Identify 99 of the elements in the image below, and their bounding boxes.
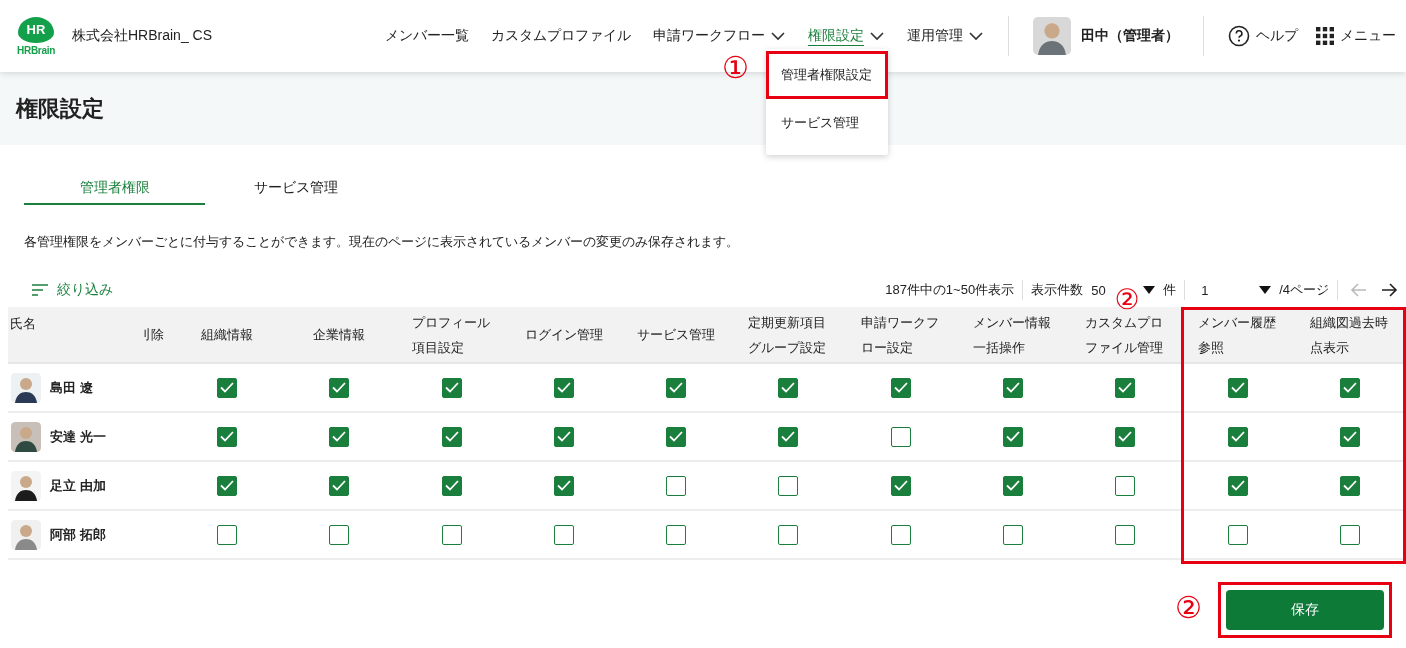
checkbox[interactable] [666, 475, 687, 496]
nav-item[interactable]: 権限設定 [808, 26, 885, 46]
filter-button[interactable]: 絞り込み [32, 281, 113, 299]
help-link[interactable]: ヘルプ [1228, 25, 1298, 47]
caret-icon [1259, 286, 1272, 294]
per-page-label: 表示件数 [1031, 281, 1084, 299]
filter-icon [32, 284, 48, 296]
checkbox[interactable] [778, 524, 799, 545]
column-header: 企業情報 [313, 326, 366, 344]
user-name[interactable]: 田中（管理者） [1081, 27, 1179, 45]
checkbox[interactable] [441, 377, 462, 398]
step-marker: ① [722, 52, 749, 83]
column-header: プロフィール項目設定 [411, 313, 491, 357]
checkbox[interactable] [217, 475, 238, 496]
checkbox[interactable] [890, 377, 911, 398]
nav-item[interactable]: メンバー一覧 [385, 26, 469, 45]
unit-label: 件 [1163, 281, 1177, 299]
column-header: カスタムプロファイル管理 [1085, 313, 1165, 357]
checkbox[interactable] [1115, 524, 1136, 545]
checkbox[interactable] [890, 426, 911, 447]
nav-item[interactable]: 運用管理 [907, 26, 984, 45]
checkbox[interactable] [441, 475, 462, 496]
checkbox[interactable] [1227, 377, 1248, 398]
checkbox[interactable] [553, 377, 574, 398]
checkbox[interactable] [1003, 377, 1024, 398]
company-name: 株式会社HRBrain_ CS [72, 27, 213, 45]
arrow-right-icon[interactable] [1382, 283, 1398, 297]
checkbox[interactable] [1003, 426, 1024, 447]
menu-item[interactable]: サービス管理 [766, 98, 888, 147]
checkbox[interactable] [329, 524, 350, 545]
column-header: メンバー履歴参照 [1197, 313, 1277, 357]
step-marker: ② [1175, 593, 1202, 623]
member-name: 足立 由加 [50, 476, 106, 495]
caret-icon [1143, 286, 1156, 294]
avatar-icon [11, 470, 41, 501]
checkbox[interactable] [1339, 475, 1360, 496]
nav-item[interactable]: 申請ワークフロー [653, 26, 786, 45]
checkbox[interactable] [553, 426, 574, 447]
checkbox[interactable] [1227, 524, 1248, 545]
checkbox[interactable] [1003, 524, 1024, 545]
checkbox[interactable] [441, 426, 462, 447]
logo-text: HRBrain [17, 44, 55, 56]
save-button[interactable]: 保存 [1226, 590, 1384, 630]
step-marker: ② [1114, 286, 1140, 314]
column-header: 定期更新項目グループ設定 [748, 313, 828, 357]
page-select[interactable]: 1 [1193, 282, 1272, 298]
checkbox[interactable] [329, 377, 350, 398]
checkbox[interactable] [778, 475, 799, 496]
member-name: 阿部 拓郎 [50, 525, 106, 544]
checkbox[interactable] [217, 377, 238, 398]
avatar-icon [11, 421, 41, 452]
page-title: 権限設定 [16, 94, 104, 123]
checkbox[interactable] [1339, 426, 1360, 447]
checkbox[interactable] [217, 524, 238, 545]
member-name: 島田 遼 [50, 378, 93, 397]
checkbox[interactable] [890, 475, 911, 496]
help-icon [1228, 25, 1250, 47]
tab[interactable]: サービス管理 [205, 179, 386, 205]
avatar-icon[interactable] [1033, 17, 1071, 55]
checkbox[interactable] [778, 426, 799, 447]
menu-item[interactable]: 管理者権限設定 [766, 50, 888, 99]
checkbox[interactable] [666, 426, 687, 447]
page-total: /4ページ [1279, 281, 1329, 299]
checkbox[interactable] [1003, 475, 1024, 496]
checkbox[interactable] [1227, 426, 1248, 447]
checkbox[interactable] [778, 377, 799, 398]
tab[interactable]: 管理者権限 [24, 179, 205, 205]
menu-icon [1316, 27, 1334, 45]
checkbox[interactable] [553, 524, 574, 545]
column-header: メンバー情報一括操作 [973, 313, 1053, 357]
column-header: 組織情報 [201, 326, 254, 344]
menu-link[interactable]: メニュー [1316, 27, 1396, 45]
checkbox[interactable] [1115, 426, 1136, 447]
column-header: 刂除 [138, 326, 164, 344]
column-header: 組織図過去時点表示 [1309, 313, 1389, 357]
description-text: 各管理権限をメンバーごとに付与することができます。現在のページに表示されているメンバーの変更のみ保存されます。 [24, 233, 740, 251]
checkbox[interactable] [553, 475, 574, 496]
logo-badge: HR [18, 16, 54, 43]
checkbox[interactable] [890, 524, 911, 545]
column-header: 氏名 [10, 315, 36, 333]
checkbox[interactable] [666, 377, 687, 398]
avatar-icon [11, 519, 41, 550]
column-header: サービス管理 [637, 326, 716, 344]
checkbox[interactable] [441, 524, 462, 545]
checkbox[interactable] [1227, 475, 1248, 496]
checkbox[interactable] [217, 426, 238, 447]
checkbox[interactable] [1339, 524, 1360, 545]
checkbox[interactable] [1115, 377, 1136, 398]
avatar-icon [11, 372, 41, 403]
nav-item[interactable]: カスタムプロファイル [491, 26, 631, 45]
checkbox[interactable] [329, 426, 350, 447]
checkbox[interactable] [666, 524, 687, 545]
member-name: 安達 光一 [50, 427, 106, 446]
checkbox[interactable] [1115, 475, 1136, 496]
column-header: 申請ワークフロー設定 [860, 313, 940, 357]
checkbox[interactable] [1339, 377, 1360, 398]
column-header: ログイン管理 [524, 326, 603, 344]
result-count: 187件中の1~50件表示 [885, 281, 1015, 299]
checkbox[interactable] [329, 475, 350, 496]
